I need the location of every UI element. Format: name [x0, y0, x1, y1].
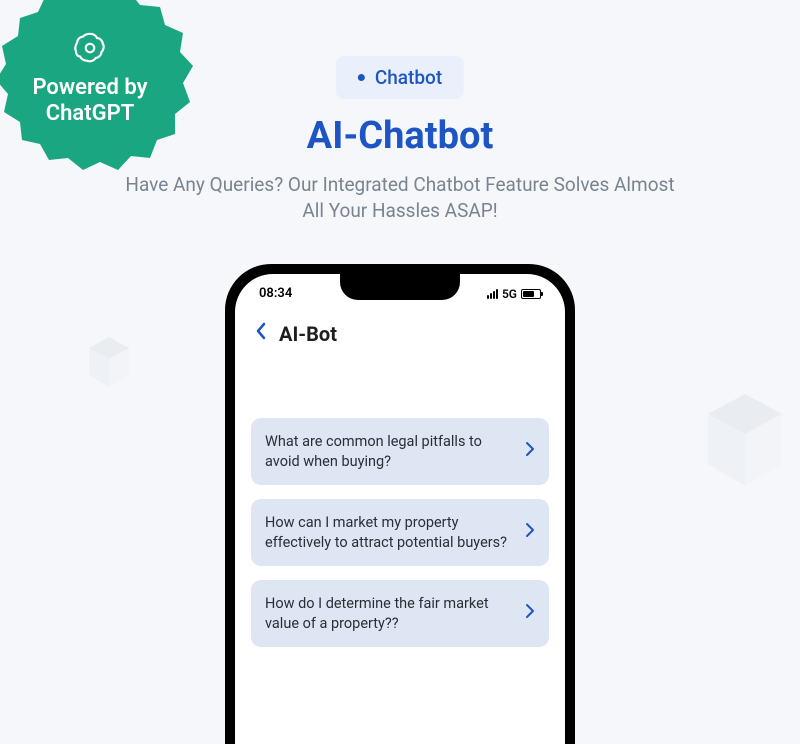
suggestion-item[interactable]: How do I determine the fair market value…: [251, 580, 549, 647]
phone-frame: 08:34 5G AI-Bot: [225, 264, 575, 744]
suggestion-item[interactable]: What are common legal pitfalls to avoid …: [251, 418, 549, 485]
signal-icon: [487, 289, 498, 299]
network-label: 5G: [502, 287, 517, 301]
pill-dot-icon: [358, 74, 365, 81]
status-time: 08:34: [259, 286, 292, 301]
suggestion-list: What are common legal pitfalls to avoid …: [235, 358, 565, 647]
badge-text-line2: ChatGPT: [32, 101, 147, 127]
chevron-right-icon: [525, 522, 535, 543]
phone-notch: [340, 274, 460, 300]
powered-by-badge: Powered by ChatGPT: [0, 0, 200, 170]
app-header-title: AI-Bot: [279, 322, 337, 346]
battery-icon: [521, 289, 541, 299]
page-title: AI-Chatbot: [307, 114, 494, 158]
category-pill: Chatbot: [336, 56, 464, 99]
badge-text-line1: Powered by: [32, 75, 147, 101]
page-subtitle: Have Any Queries? Our Integrated Chatbot…: [120, 172, 680, 223]
chevron-right-icon: [525, 603, 535, 624]
status-indicators: 5G: [487, 287, 541, 301]
pill-label: Chatbot: [375, 66, 442, 89]
app-header: AI-Bot: [235, 305, 565, 358]
decorative-cube-left: [85, 335, 133, 389]
suggestion-text: How do I determine the fair market value…: [265, 594, 513, 633]
phone-screen: 08:34 5G AI-Bot: [235, 274, 565, 744]
decorative-cube-right: [700, 390, 790, 490]
suggestion-text: What are common legal pitfalls to avoid …: [265, 432, 513, 471]
suggestion-text: How can I market my property effectively…: [265, 513, 513, 552]
openai-icon: [32, 31, 147, 69]
back-icon[interactable]: [255, 321, 267, 346]
chevron-right-icon: [525, 441, 535, 462]
suggestion-item[interactable]: How can I market my property effectively…: [251, 499, 549, 566]
